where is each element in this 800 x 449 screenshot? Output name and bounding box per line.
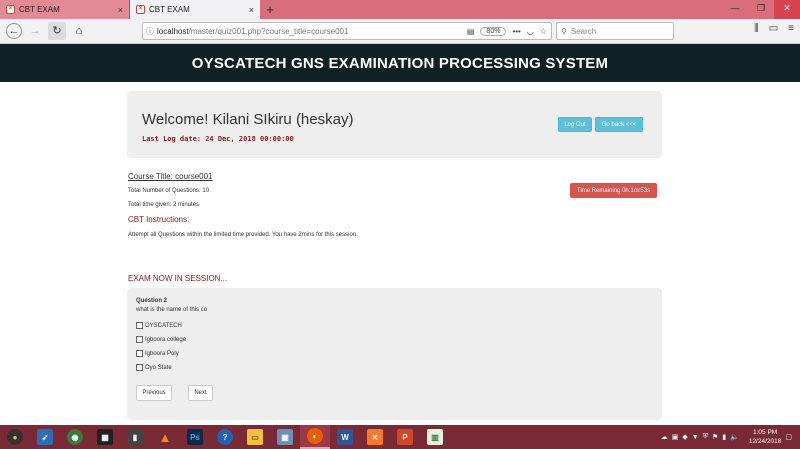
page-favicon-icon: ✕ xyxy=(136,5,145,14)
taskbar-clock[interactable]: 1:05 PM 12/24/2018 xyxy=(749,428,782,446)
library-icon[interactable]: ⫼ xyxy=(754,23,759,34)
vlc-icon[interactable]: ▲ xyxy=(150,425,180,449)
reader-view-icon[interactable]: ▤ xyxy=(467,27,475,36)
option-2[interactable]: Igboora college xyxy=(136,336,186,343)
tray-app-icon[interactable]: ◆ xyxy=(682,433,687,441)
close-tab-icon[interactable]: × xyxy=(118,5,123,15)
film-icon[interactable]: ▮ xyxy=(120,425,150,449)
close-tab-icon[interactable]: × xyxy=(249,5,254,15)
site-header: OYSCATECH GNS EXAMINATION PROCESSING SYS… xyxy=(0,44,800,82)
bookmark-star-icon[interactable]: ☆ xyxy=(540,27,547,36)
taskbar: ● ➶ ◉ ▦ ▮ ▲ Ps ? ▭ ▣ ◐ W ✕ P ▥ ☁ ▣ ◆ ▼ ⛨… xyxy=(0,425,800,449)
minimize-icon[interactable]: — xyxy=(722,0,748,19)
toolbar-right: ⫼ ▭ ≡ xyxy=(754,23,794,34)
option-3[interactable]: Igboora Poly xyxy=(136,350,179,357)
tray-cloud-icon[interactable]: ☁ xyxy=(661,433,668,441)
option-checkbox[interactable] xyxy=(136,350,143,357)
search-icon: ⚲ xyxy=(561,26,567,36)
address-bar[interactable]: ⓘ localhost/master/quiz001.php?course_ti… xyxy=(142,22,552,40)
chart-app-icon[interactable]: ▥ xyxy=(420,425,450,449)
photoshop-icon[interactable]: Ps xyxy=(180,425,210,449)
new-tab-button[interactable]: + xyxy=(260,0,280,19)
url-host: localhost xyxy=(157,26,189,36)
forward-arrow-icon[interactable]: → xyxy=(26,22,44,40)
tab-cbt-exam-1[interactable]: ✕ CBT EXAM × xyxy=(0,0,130,19)
welcome-title: Welcome! Kilani SIkiru (heskay) xyxy=(142,111,354,128)
notifications-icon[interactable]: ▢ xyxy=(785,433,792,441)
search-input[interactable]: ⚲ Search xyxy=(556,22,674,40)
home-icon[interactable]: ⌂ xyxy=(70,22,88,40)
page-content: OYSCATECH GNS EXAMINATION PROCESSING SYS… xyxy=(0,44,800,425)
tray-arrow-icon[interactable]: ▼ xyxy=(692,434,699,441)
tab-bar: ✕ CBT EXAM × ✕ CBT EXAM × + — ❐ ✕ xyxy=(0,0,800,19)
session-label: EXAM NOW IN SESSION... xyxy=(128,274,228,283)
tray-network-icon[interactable]: ▮ xyxy=(722,433,726,441)
more-actions-icon[interactable]: ••• xyxy=(512,27,520,36)
sidebar-icon[interactable]: ▭ xyxy=(769,23,778,34)
navigation-bar: ← → ↻ ⌂ ⓘ localhost/master/quiz001.php?c… xyxy=(0,19,800,44)
system-tray: ☁ ▣ ◆ ▼ ⛨ ⚑ ▮ 🔈 1:05 PM 12/24/2018 ▢ xyxy=(661,425,800,449)
info-icon[interactable]: ⓘ xyxy=(143,26,157,37)
back-arrow-icon[interactable]: ← xyxy=(6,23,22,39)
close-window-icon[interactable]: ✕ xyxy=(774,0,800,19)
total-time: Total time given: 2 minutes xyxy=(128,202,200,208)
question-panel: Question 2 what is the name of this co O… xyxy=(127,288,662,420)
xampp-icon[interactable]: ✕ xyxy=(360,425,390,449)
previous-button[interactable]: Previous xyxy=(136,385,172,401)
word-icon[interactable]: W xyxy=(330,425,360,449)
pocket-icon[interactable]: ◡ xyxy=(527,27,534,36)
option-checkbox[interactable] xyxy=(136,322,143,329)
option-1[interactable]: OYSCATECH xyxy=(136,322,182,329)
tray-box-icon[interactable]: ▣ xyxy=(672,433,679,441)
instructions-heading: CBT Instructions: xyxy=(128,215,190,224)
app-emblem-icon[interactable]: ◉ xyxy=(60,425,90,449)
app-rocket-icon[interactable]: ➶ xyxy=(30,425,60,449)
powerpoint-icon[interactable]: P xyxy=(390,425,420,449)
option-label: OYSCATECH xyxy=(145,322,182,329)
maximize-icon[interactable]: ❐ xyxy=(748,0,774,19)
menu-icon[interactable]: ≡ xyxy=(788,23,794,34)
option-checkbox[interactable] xyxy=(136,336,143,343)
option-label: Oyo State xyxy=(145,364,172,371)
next-button[interactable]: Next xyxy=(188,385,213,401)
tray-volume-icon[interactable]: 🔈 xyxy=(730,433,739,441)
course-title: Course Title: course001 xyxy=(128,172,213,181)
instructions-text: Attempt all Questions within the limited… xyxy=(128,232,358,238)
site-title: OYSCATECH GNS EXAMINATION PROCESSING SYS… xyxy=(191,54,609,72)
search-placeholder: Search xyxy=(570,26,597,36)
app-colors-icon[interactable]: ▦ xyxy=(90,425,120,449)
total-questions: Total Number of Questions: 10 xyxy=(128,188,210,194)
option-label: Igboora Poly xyxy=(145,350,179,357)
clock-date: 12/24/2018 xyxy=(748,438,782,445)
option-label: Igboora college xyxy=(145,336,187,343)
question-number: Question 2 xyxy=(136,298,168,304)
tray-shield-icon[interactable]: ⛨ xyxy=(703,433,708,441)
reload-icon[interactable]: ↻ xyxy=(48,22,66,40)
network-app-icon[interactable]: ▣ xyxy=(270,425,300,449)
help-icon[interactable]: ? xyxy=(210,425,240,449)
tab-cbt-exam-2[interactable]: ✕ CBT EXAM × xyxy=(130,0,260,19)
option-4[interactable]: Oyo State xyxy=(136,364,172,371)
firefox-icon[interactable]: ◐ xyxy=(300,425,330,449)
url-path: /master/quiz001.php?course_title=course0… xyxy=(188,26,349,36)
question-text: what is the name of this co xyxy=(136,307,208,313)
page-favicon-icon: ✕ xyxy=(6,5,15,14)
zoom-level[interactable]: 80% xyxy=(480,26,507,36)
file-explorer-icon[interactable]: ▭ xyxy=(240,425,270,449)
go-back-button[interactable]: Go back <<< xyxy=(595,117,643,132)
time-remaining-badge: Time Remaining 0h:1m:53s xyxy=(570,183,657,198)
tab-label: CBT EXAM xyxy=(19,5,60,14)
clock-time: 1:05 PM xyxy=(752,429,778,436)
tab-label: CBT EXAM xyxy=(149,5,190,14)
start-button[interactable]: ● xyxy=(0,425,30,449)
window-controls: — ❐ ✕ xyxy=(722,0,800,19)
last-log-date: Last Log date: 24 Dec, 2018 00:00:00 xyxy=(142,135,294,143)
option-checkbox[interactable] xyxy=(136,364,143,371)
logout-button[interactable]: Log Out xyxy=(558,117,592,132)
welcome-panel: Welcome! Kilani SIkiru (heskay) Last Log… xyxy=(127,91,662,158)
tray-flag-icon[interactable]: ⚑ xyxy=(712,433,718,441)
